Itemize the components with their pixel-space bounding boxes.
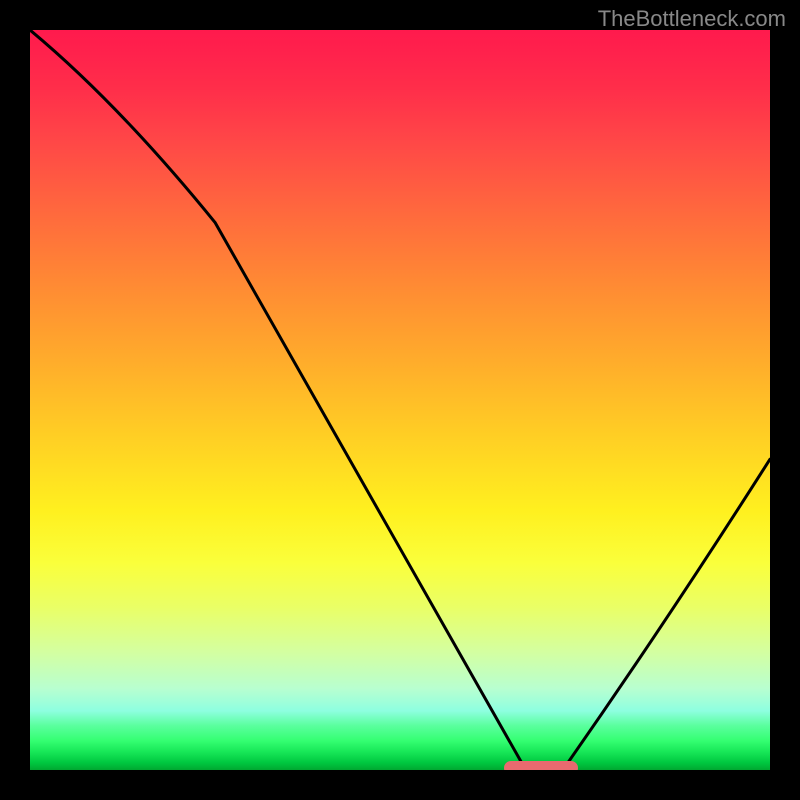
watermark-text: TheBottleneck.com	[598, 6, 786, 32]
plot-area	[30, 30, 770, 770]
curve-path	[30, 30, 770, 770]
optimal-range-marker	[504, 761, 578, 770]
curve-svg	[30, 30, 770, 770]
